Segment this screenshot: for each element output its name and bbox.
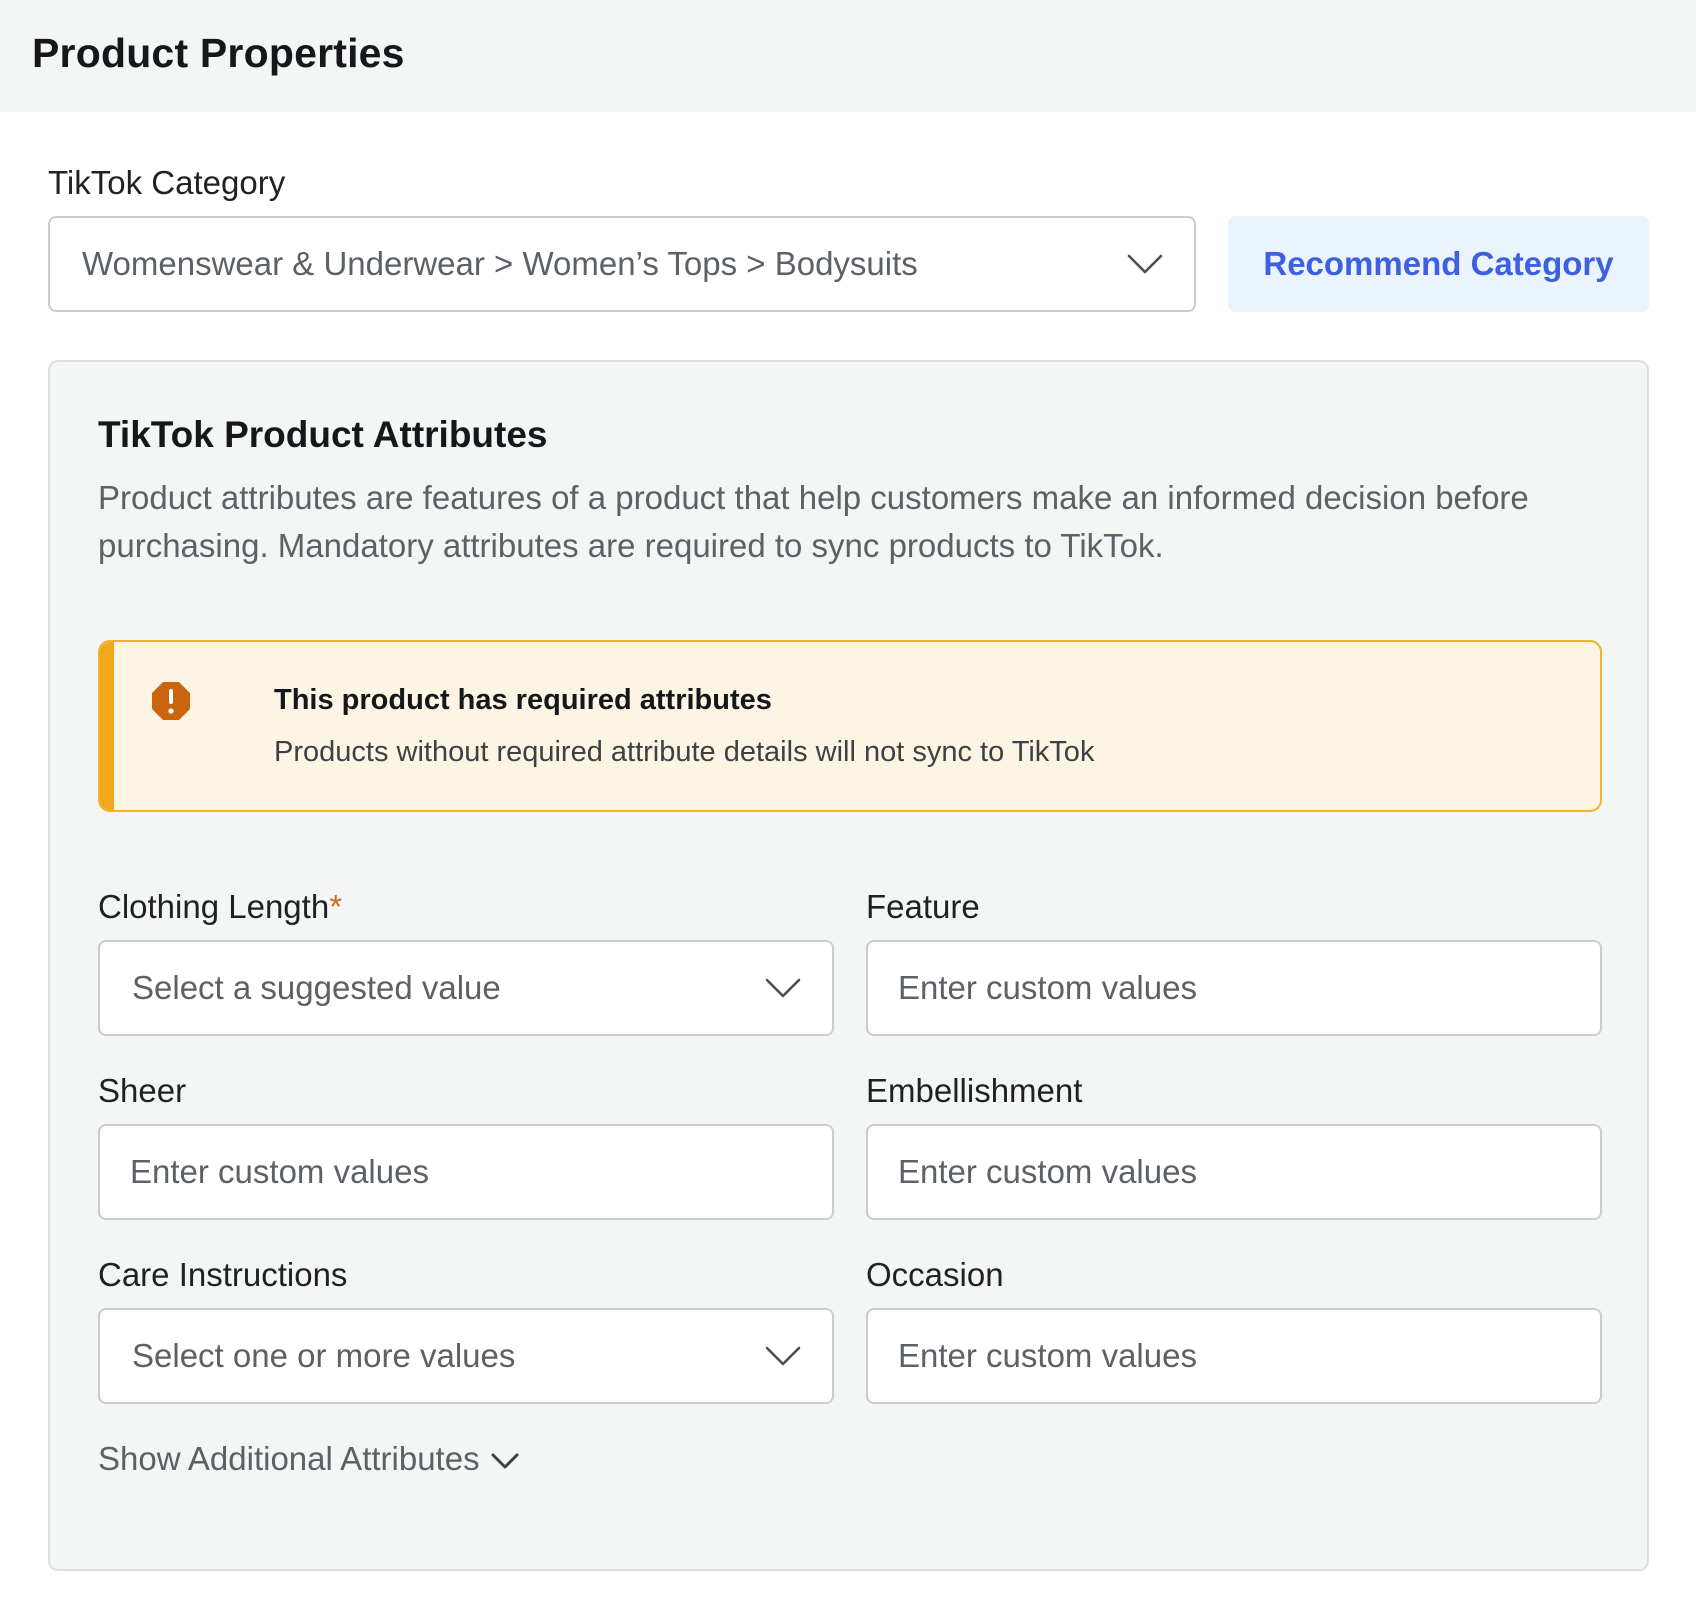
- care-instructions-select[interactable]: Select one or more values: [98, 1308, 834, 1404]
- show-additional-attributes-toggle[interactable]: Show Additional Attributes: [98, 1440, 520, 1478]
- sheer-label: Sheer: [98, 1072, 187, 1109]
- care-instructions-label: Care Instructions: [98, 1256, 348, 1293]
- clothing-length-select[interactable]: Select a suggested value: [98, 940, 834, 1036]
- sheer-input[interactable]: [98, 1124, 834, 1220]
- feature-label: Feature: [866, 888, 980, 925]
- category-select-value: Womenswear & Underwear > Women’s Tops > …: [82, 245, 918, 282]
- attributes-title: TikTok Product Attributes: [98, 414, 548, 455]
- recommend-category-button[interactable]: Recommend Category: [1228, 216, 1649, 312]
- chevron-down-icon: [1127, 254, 1163, 274]
- category-label: TikTok Category: [48, 164, 286, 201]
- attributes-panel: TikTok Product Attributes Product attrib…: [48, 360, 1649, 1571]
- embellishment-input[interactable]: [866, 1124, 1602, 1220]
- feature-input[interactable]: [866, 940, 1602, 1036]
- page-header: Product Properties: [0, 0, 1696, 112]
- occasion-label: Occasion: [866, 1256, 1004, 1293]
- alert-title: This product has required attributes: [274, 684, 772, 716]
- chevron-down-icon: [765, 1346, 801, 1366]
- attributes-description: Product attributes are features of a pro…: [98, 479, 1529, 564]
- chevron-down-icon: [491, 1453, 519, 1469]
- page-title: Product Properties: [32, 30, 405, 76]
- alert-accent-bar: [100, 642, 114, 810]
- clothing-length-placeholder: Select a suggested value: [132, 969, 501, 1006]
- show-additional-attributes-label: Show Additional Attributes: [98, 1440, 480, 1477]
- care-instructions-placeholder: Select one or more values: [132, 1337, 516, 1374]
- clothing-length-label: Clothing Length*: [98, 888, 343, 925]
- required-indicator: *: [329, 888, 343, 925]
- required-attributes-alert: This product has required attributes Pro…: [98, 640, 1602, 812]
- occasion-input[interactable]: [866, 1308, 1602, 1404]
- category-select[interactable]: Womenswear & Underwear > Women’s Tops > …: [48, 216, 1196, 312]
- alert-text: Products without required attribute deta…: [274, 736, 1095, 768]
- warning-icon: [152, 682, 190, 720]
- chevron-down-icon: [765, 978, 801, 998]
- embellishment-label: Embellishment: [866, 1072, 1083, 1109]
